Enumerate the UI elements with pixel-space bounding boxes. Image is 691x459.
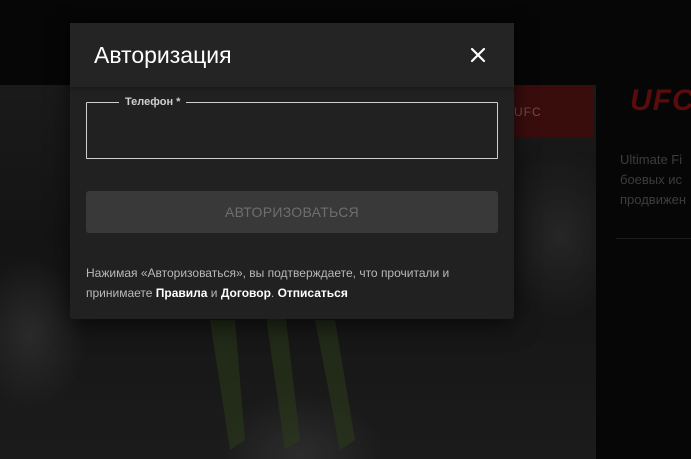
background-ufc-logo: UFC — [630, 84, 691, 117]
authorize-button[interactable]: АВТОРИЗОВАТЬСЯ — [86, 191, 498, 233]
background-side-line: продвижен — [620, 192, 687, 207]
auth-modal: Авторизация Телефон * АВТОРИЗОВАТЬСЯ Наж… — [70, 23, 514, 319]
agreement-link[interactable]: Договор — [221, 286, 271, 300]
terms-text: Нажимая «Авторизоваться», вы подтверждае… — [86, 263, 498, 303]
close-button[interactable] — [466, 43, 490, 67]
terms-conjunction: и — [207, 286, 221, 300]
background-side-line: боевых ис — [620, 172, 683, 187]
background-claw-graphic — [210, 310, 355, 450]
background-side-line: Ultimate Fi — [620, 152, 683, 167]
phone-field-label: Телефон * — [119, 96, 187, 108]
rules-link[interactable]: Правила — [156, 286, 208, 300]
phone-field[interactable]: Телефон * — [86, 96, 498, 159]
background-divider — [616, 238, 691, 239]
background-ufc-strip: UFC — [500, 85, 594, 137]
modal-header: Авторизация — [70, 23, 514, 87]
phone-input[interactable] — [97, 121, 487, 145]
modal-title: Авторизация — [94, 42, 232, 68]
close-icon — [470, 47, 486, 63]
unsubscribe-link[interactable]: Отписаться — [278, 286, 348, 300]
terms-separator: . — [270, 286, 278, 300]
background-side-text: Ultimate Fi боевых ис продвижен — [620, 150, 691, 210]
